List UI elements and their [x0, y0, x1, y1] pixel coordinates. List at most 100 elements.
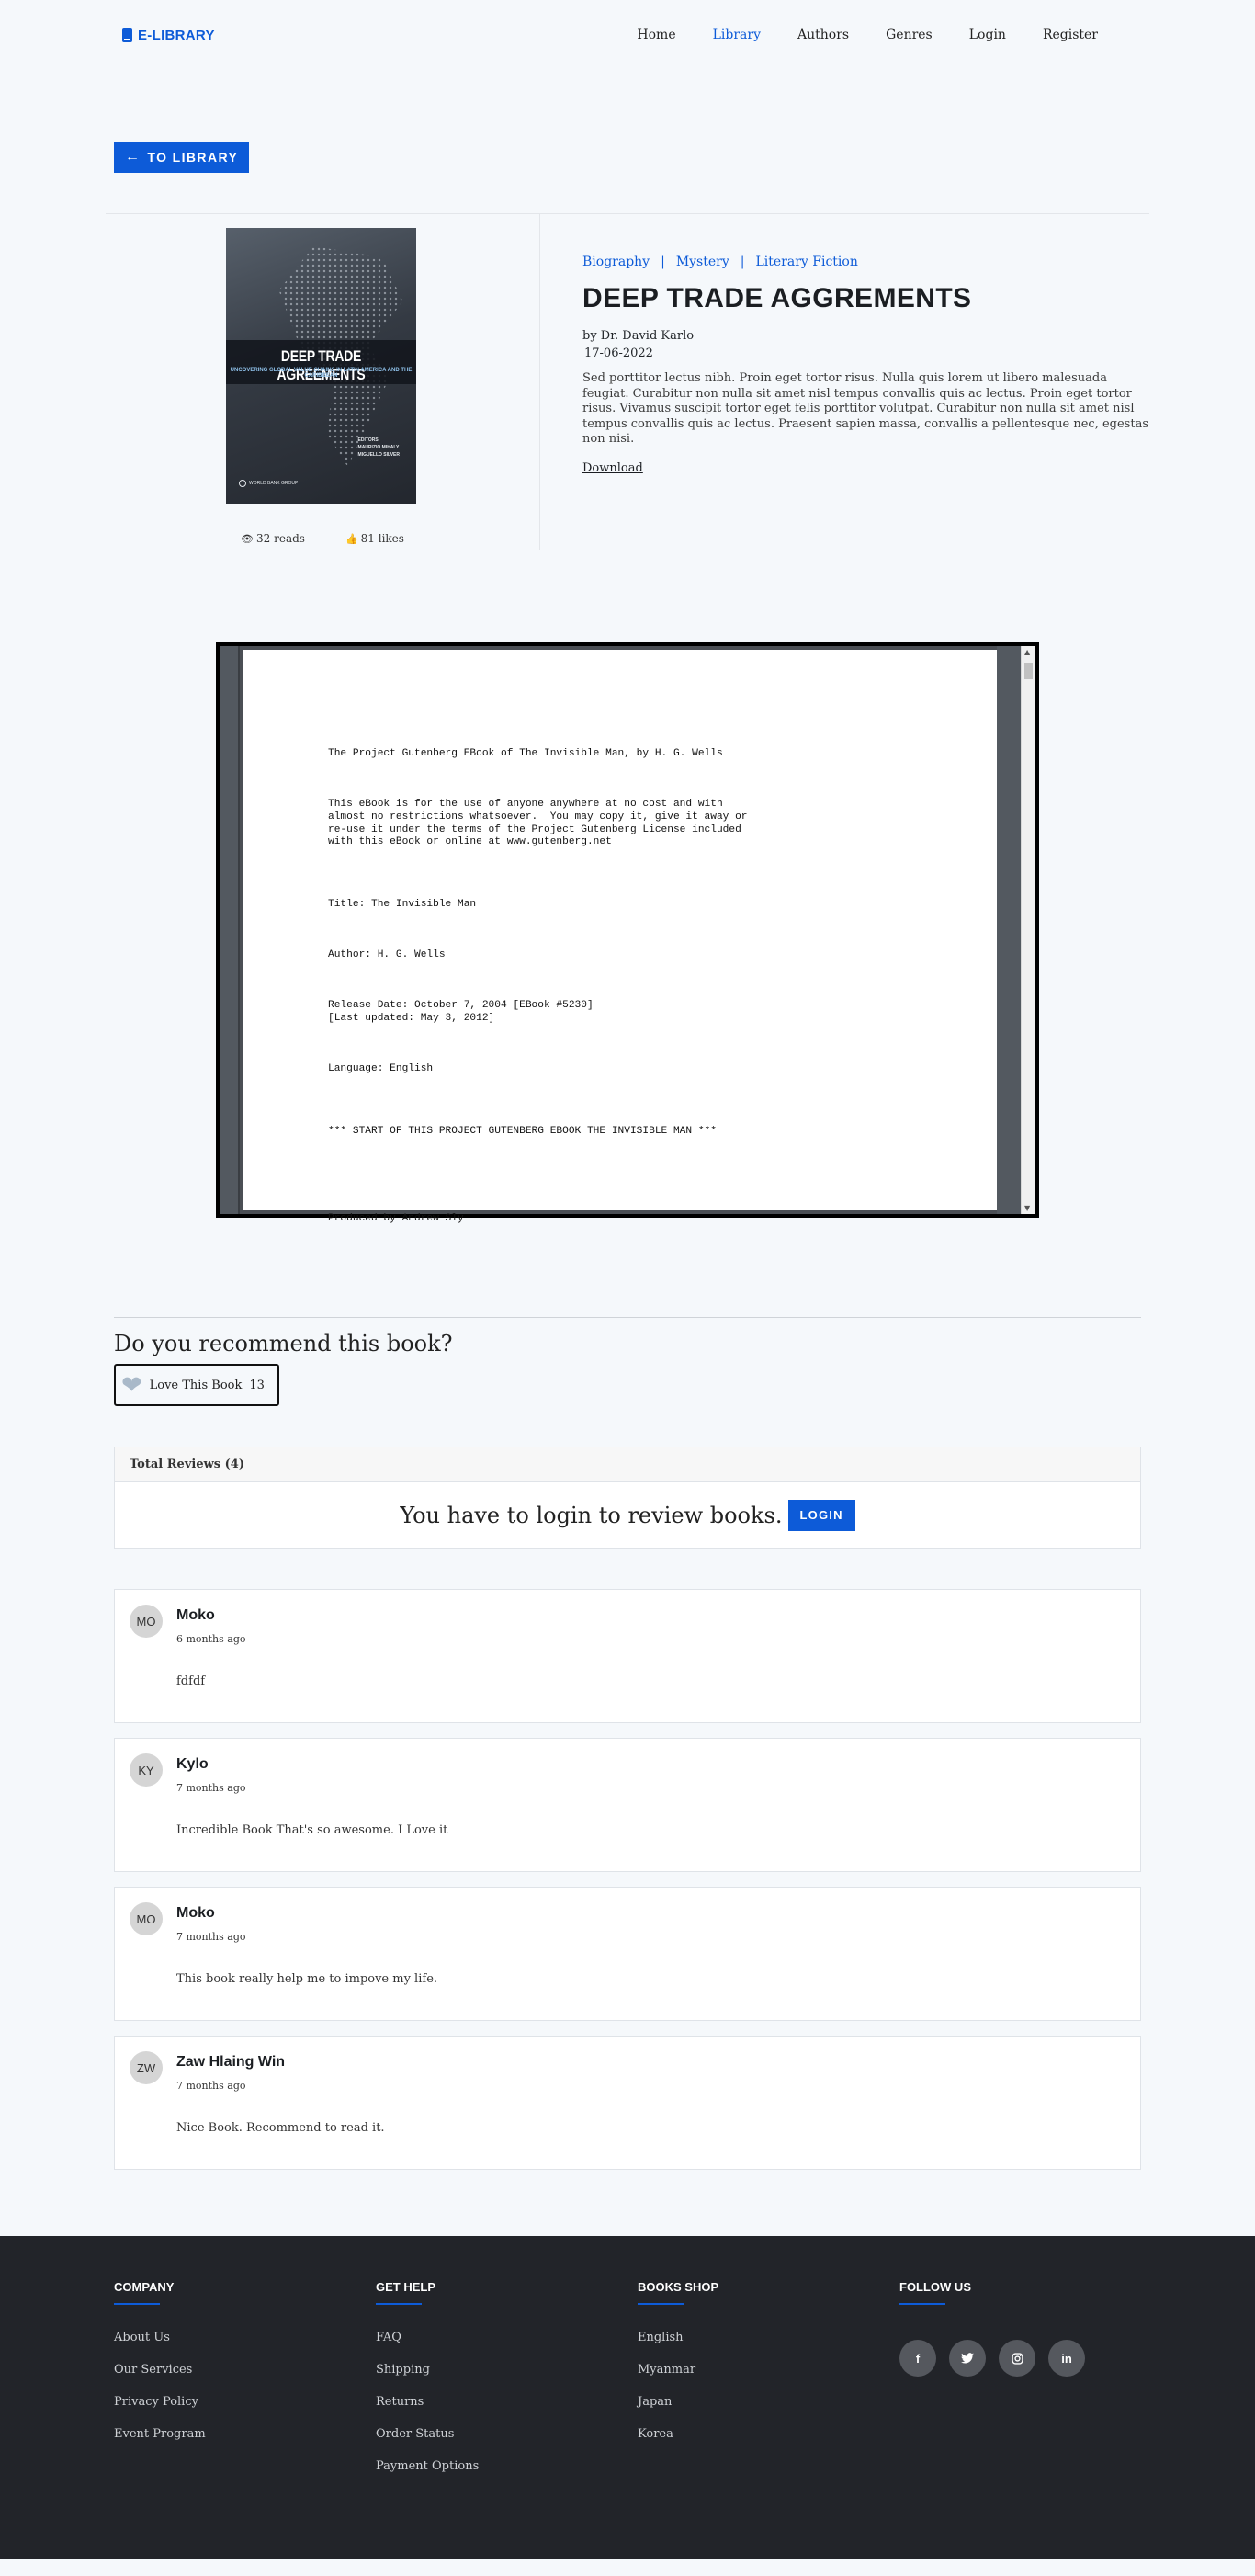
nav-authors[interactable]: Authors — [779, 28, 867, 42]
avatar: MO — [130, 1902, 163, 1935]
footer-follow: FOLLOW US f in — [899, 2280, 1085, 2377]
comment-author: Kylo — [176, 1756, 209, 1772]
likes-text: 81 likes — [360, 532, 404, 545]
nav-login[interactable]: Login — [951, 28, 1024, 42]
cover-editor-1: MAURIZIO MIHALY — [357, 445, 400, 450]
footer-heading: FOLLOW US — [899, 2280, 971, 2294]
scroll-down-icon[interactable]: ▼ — [1024, 1204, 1030, 1212]
love-count: 13 — [249, 1378, 265, 1392]
comment-time: 7 months ago — [176, 1782, 246, 1794]
brand-logo[interactable]: E-LIBRARY — [122, 28, 215, 43]
cover-subtitle: UNCOVERING GLOBAL VALUE CHAINS IN LATIN … — [230, 368, 413, 379]
viewer-line: *** START OF THIS PROJECT GUTENBERG EBOO… — [328, 1125, 717, 1137]
heading-underline — [376, 2303, 422, 2305]
footer-heading: BOOKS SHOP — [638, 2280, 719, 2294]
footer-link[interactable]: Privacy Policy — [114, 2395, 206, 2409]
category-link[interactable]: Biography — [582, 255, 650, 269]
footer-company: COMPANY About Us Our Services Privacy Po… — [114, 2280, 206, 2459]
book-author: by Dr. David Karlo — [582, 329, 695, 343]
nav-library[interactable]: Library — [695, 28, 779, 42]
viewer-right-gutter — [997, 646, 1021, 1214]
footer-link[interactable]: Payment Options — [376, 2459, 479, 2473]
heading-underline — [899, 2303, 945, 2305]
footer-link[interactable]: Order Status — [376, 2427, 479, 2441]
book-description: Sed porttitor lectus nibh. Proin eget to… — [582, 371, 1148, 446]
cover-editor-2: MIGUELLO SILVER — [357, 452, 400, 458]
reviews-card: Total Reviews (4) You have to login to r… — [114, 1447, 1141, 1549]
comment-text: This book really help me to impove my li… — [176, 1972, 438, 1986]
reads-count: 👁 32 reads — [241, 532, 305, 545]
category-separator: | — [740, 255, 745, 269]
social-links: f in — [899, 2340, 1085, 2377]
comment-list: MO Moko 6 months ago fdfdf KY Kylo 7 mon… — [114, 1589, 1141, 2170]
category-link[interactable]: Mystery — [676, 255, 729, 269]
cover-title: DEEP TRADE AGREEMENTS — [277, 347, 366, 383]
reads-text: 32 reads — [256, 532, 305, 545]
book-info-column: Biography | Mystery | Literary Fiction D… — [540, 214, 1148, 550]
viewer-text: The Project Gutenberg EBook of The Invis… — [328, 723, 748, 1264]
love-label: Love This Book — [149, 1378, 243, 1392]
comment-author: Moko — [176, 1607, 215, 1623]
nav-home[interactable]: Home — [618, 28, 694, 42]
comment-item: KY Kylo 7 months ago Incredible Book Tha… — [114, 1738, 1141, 1872]
viewer-line: This eBook is for the use of anyone anyw… — [328, 799, 748, 848]
nav-genres[interactable]: Genres — [867, 28, 951, 42]
login-button[interactable]: LOGIN — [787, 1499, 855, 1531]
footer-heading: GET HELP — [376, 2280, 436, 2294]
footer-link[interactable]: Korea — [638, 2427, 718, 2441]
facebook-icon[interactable]: f — [899, 2340, 936, 2377]
top-navbar: E-LIBRARY Home Library Authors Genres Lo… — [122, 0, 1133, 70]
main-menu: Home Library Authors Genres Login Regist… — [618, 28, 1116, 42]
footer-link[interactable]: English — [638, 2331, 718, 2344]
footer-link[interactable]: Japan — [638, 2395, 718, 2409]
download-link[interactable]: Download — [582, 461, 643, 475]
book-title: DEEP TRADE AGGREMENTS — [582, 283, 972, 313]
nav-register[interactable]: Register — [1024, 28, 1116, 42]
twitter-icon[interactable] — [949, 2340, 986, 2377]
scroll-thumb[interactable] — [1024, 663, 1033, 679]
cover-publisher: WORLD BANK GROUP — [239, 480, 298, 487]
comment-text: Nice Book. Recommend to read it. — [176, 2121, 385, 2135]
book-cover-column: DEEP TRADE AGREEMENTS UNCOVERING GLOBAL … — [106, 214, 540, 550]
heading-underline — [638, 2303, 684, 2305]
scroll-up-icon[interactable]: ▲ — [1024, 648, 1030, 656]
footer-heading: COMPANY — [114, 2280, 175, 2294]
comment-item: ZW Zaw Hlaing Win 7 months ago Nice Book… — [114, 2036, 1141, 2170]
thumbs-up-icon: 👍 — [345, 533, 358, 545]
pdf-viewer[interactable]: The Project Gutenberg EBook of The Invis… — [216, 642, 1039, 1224]
footer-link[interactable]: Myanmar — [638, 2363, 718, 2377]
footer-link[interactable]: Event Program — [114, 2427, 206, 2441]
cover-publisher-name: WORLD BANK GROUP — [249, 481, 299, 486]
comment-author: Moko — [176, 1905, 215, 1921]
arrow-left-icon: ← — [125, 149, 141, 165]
cover-editors: EDITORS MAURIZIO MIHALY MIGUELLO SILVER — [358, 437, 400, 459]
footer-link[interactable]: About Us — [114, 2331, 206, 2344]
footer-link[interactable]: Shipping — [376, 2363, 479, 2377]
back-to-library-button[interactable]: ← TO LIBRARY — [114, 142, 250, 173]
footer-shop: BOOKS SHOP English Myanmar Japan Korea — [638, 2280, 718, 2459]
footer-help: GET HELP FAQ Shipping Returns Order Stat… — [376, 2280, 479, 2491]
avatar: KY — [130, 1753, 163, 1787]
cover-editors-label: EDITORS — [357, 437, 379, 443]
instagram-icon[interactable] — [999, 2340, 1035, 2377]
linkedin-icon[interactable]: in — [1048, 2340, 1085, 2377]
comment-time: 7 months ago — [176, 2080, 246, 2092]
love-book-button[interactable]: ❤ Love This Book 13 — [114, 1364, 279, 1406]
comment-text: fdfdf — [176, 1674, 206, 1688]
viewer-line: Release Date: October 7, 2004 [EBook #52… — [328, 1000, 594, 1024]
footer-link[interactable]: Returns — [376, 2395, 479, 2409]
category-link[interactable]: Literary Fiction — [755, 255, 857, 269]
footer-link[interactable]: FAQ — [376, 2331, 479, 2344]
back-button-label: TO LIBRARY — [147, 150, 239, 165]
likes-count: 👍 81 likes — [345, 532, 404, 545]
heading-underline — [114, 2303, 160, 2305]
reviews-login-prompt: You have to login to review books. LOGIN — [115, 1482, 1140, 1548]
viewer-scrollbar[interactable]: ▲ ▼ — [1021, 646, 1035, 1214]
avatar: ZW — [130, 2051, 163, 2084]
viewer-line: Author: H. G. Wells — [328, 949, 446, 961]
site-footer: COMPANY About Us Our Services Privacy Po… — [0, 2236, 1255, 2559]
login-message: You have to login to review books. — [400, 1502, 783, 1528]
book-icon — [122, 28, 132, 42]
category-separator: | — [661, 255, 665, 269]
footer-link[interactable]: Our Services — [114, 2363, 206, 2377]
